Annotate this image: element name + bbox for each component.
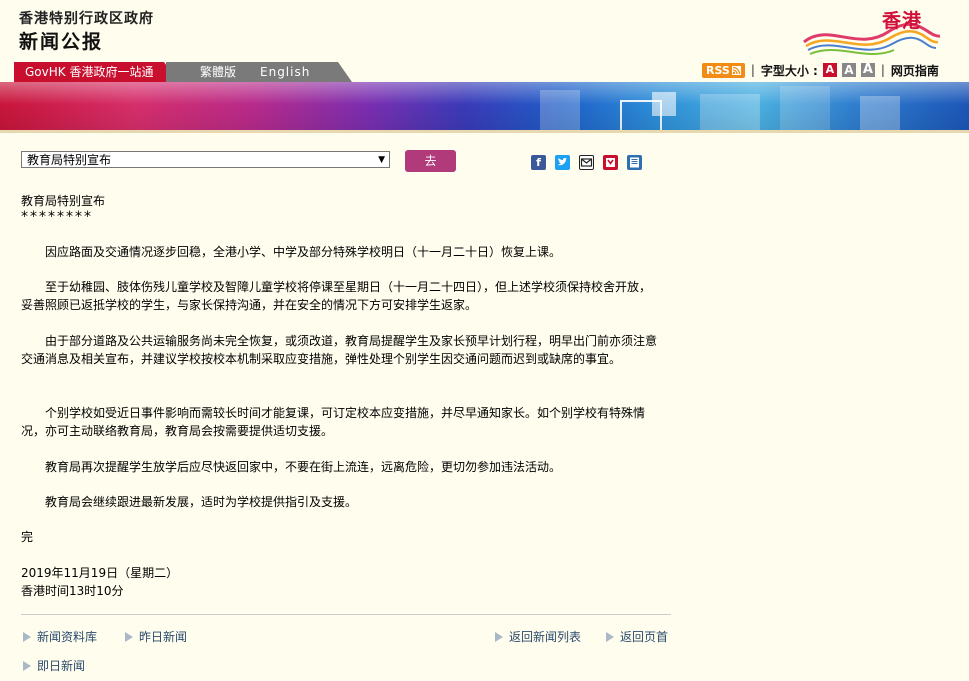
font-size-small-button[interactable]: A — [822, 63, 837, 77]
sitemap-link[interactable]: 网页指南 — [891, 62, 939, 79]
article-paragraph: 个别学校如受近日事件影响而需较长时间才能复课，可订定校本应变措施，并尽早通知家长… — [21, 406, 646, 438]
font-size-medium-button[interactable]: A — [841, 63, 856, 77]
article-paragraph: 因应路面及交通情况逐步回稳，全港小学、中学及部分特殊学校明日（十一月二十日）恢复… — [45, 245, 562, 259]
yesterday-news-label: 昨日新闻 — [139, 630, 188, 644]
gov-name: 香港特别行政区政府 — [19, 11, 154, 27]
page-title[interactable]: 新闻公报 — [19, 27, 103, 54]
brand-text: 香港 — [881, 10, 922, 32]
article-stars: ******** — [21, 209, 93, 225]
news-select[interactable]: 教育局特别宣布 ▼ — [21, 151, 390, 168]
arrow-right-icon — [23, 631, 31, 642]
news-archive-label: 新闻资料库 — [37, 630, 98, 644]
print-icon[interactable] — [627, 155, 642, 170]
arrow-right-icon — [606, 631, 614, 642]
font-size-label: 字型大小 : — [760, 63, 818, 78]
bookmark-icon[interactable] — [603, 155, 618, 170]
lang-english-link[interactable]: English — [260, 62, 310, 82]
article-end: 完 — [21, 530, 34, 544]
article-date: 2019年11月19日（星期二） — [21, 566, 179, 580]
rss-label: RSS — [706, 63, 730, 77]
go-button[interactable]: 去 — [405, 150, 456, 172]
email-icon[interactable] — [579, 155, 594, 170]
today-news-label: 即日新闻 — [37, 659, 86, 673]
rss-icon — [731, 65, 741, 75]
govhk-tab[interactable]: GovHK 香港政府一站通 — [14, 62, 178, 82]
back-to-list-label: 返回新闻列表 — [509, 630, 582, 644]
back-to-list-link[interactable]: 返回新闻列表 — [493, 628, 581, 645]
lang-traditional-link[interactable]: 繁體版 — [200, 62, 236, 82]
rss-button[interactable]: RSS — [702, 62, 745, 78]
language-tabs: 繁體版 English — [166, 62, 352, 82]
separator: | — [750, 63, 755, 77]
brand-logo[interactable]: 香港 — [798, 2, 948, 58]
utility-bar: RSS | 字型大小 : A A A | 网页指南 — [702, 60, 939, 80]
arrow-right-icon — [495, 631, 503, 642]
page-header: 香港特别行政区政府 新闻公报 香港 — [0, 0, 969, 62]
today-news-link[interactable]: 即日新闻 — [21, 657, 85, 674]
divider — [21, 614, 671, 615]
article-paragraph: 至于幼稚园、肢体伤残儿童学校及智障儿童学校将停课至星期日（十一月二十四日），但上… — [21, 280, 652, 312]
article-time: 香港时间13时10分 — [21, 584, 124, 598]
separator: | — [880, 63, 885, 77]
arrow-right-icon — [23, 660, 31, 671]
yesterday-news-link[interactable]: 昨日新闻 — [123, 628, 187, 645]
banner-strip — [0, 130, 969, 133]
twitter-icon[interactable] — [555, 155, 570, 170]
font-size-large-button[interactable]: A — [860, 63, 875, 77]
chevron-down-icon: ▼ — [378, 155, 385, 165]
banner-shine — [0, 82, 969, 132]
arrow-right-icon — [125, 631, 133, 642]
article-paragraph: 由于部分道路及公共运输服务尚未完全恢复，或须改道，教育局提醒学生及家长预早计划行… — [21, 334, 658, 366]
article-paragraph: 教育局会继续跟进最新发展，适时为学校提供指引及支援。 — [45, 495, 358, 509]
news-archive-link[interactable]: 新闻资料库 — [21, 628, 97, 645]
back-to-top-link[interactable]: 返回页首 — [604, 628, 668, 645]
article-paragraph: 教育局再次提醒学生放学后应尽快返回家中，不要在街上流连，远离危险，更切勿参加违法… — [45, 460, 562, 474]
banner-image — [0, 82, 969, 132]
news-select-value: 教育局特别宣布 — [27, 153, 112, 167]
facebook-icon[interactable]: f — [531, 155, 546, 170]
back-to-top-label: 返回页首 — [620, 630, 669, 644]
brand-dragon-icon — [803, 23, 941, 55]
